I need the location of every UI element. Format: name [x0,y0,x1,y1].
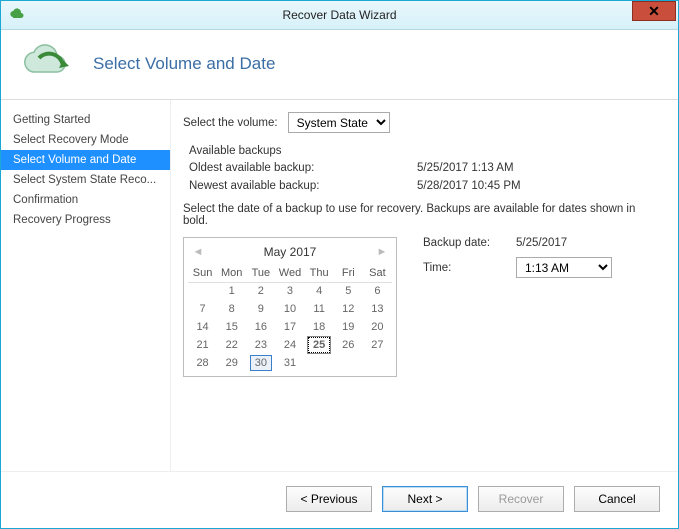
volume-label: Select the volume: [183,117,278,129]
calendar-day[interactable]: 17 [275,318,304,336]
window-title: Recover Data Wizard [1,8,678,22]
titlebar: Recover Data Wizard ✕ [1,1,678,30]
wizard-steps-nav: Getting StartedSelect Recovery ModeSelec… [1,100,171,471]
available-backups-label: Available backups [189,145,660,157]
calendar-day [334,354,363,372]
calendar-day[interactable]: 22 [217,336,246,354]
calendar-day-header: Tue [246,264,275,282]
calendar-day[interactable]: 5 [334,282,363,300]
calendar-day[interactable]: 12 [334,300,363,318]
calendar-day[interactable]: 18 [305,318,334,336]
calendar-day[interactable]: 13 [363,300,392,318]
calendar-day[interactable]: 2 [246,282,275,300]
volume-select[interactable]: System State [288,112,390,133]
calendar-day[interactable]: 15 [217,318,246,336]
backup-calendar[interactable]: ◄ May 2017 ► SunMonTueWedThuFriSat123456… [183,237,397,377]
calendar-day[interactable]: 23 [246,336,275,354]
calendar-day[interactable]: 31 [275,354,304,372]
wizard-step-item[interactable]: Select Recovery Mode [1,130,170,150]
calendar-day[interactable]: 29 [217,354,246,372]
calendar-next-button[interactable]: ► [374,246,390,258]
calendar-day[interactable]: 10 [275,300,304,318]
calendar-day-header: Sat [363,264,392,282]
cancel-button[interactable]: Cancel [574,486,660,512]
body: Getting StartedSelect Recovery ModeSelec… [1,100,678,471]
cloud-arrow-icon [19,44,75,83]
wizard-step-item[interactable]: Recovery Progress [1,210,170,230]
calendar-day[interactable]: 9 [246,300,275,318]
calendar-day[interactable]: 21 [188,336,217,354]
calendar-day[interactable]: 11 [305,300,334,318]
page-title: Select Volume and Date [93,54,275,74]
calendar-day[interactable]: 28 [188,354,217,372]
calendar-day[interactable]: 30 [246,354,275,372]
calendar-prev-button[interactable]: ◄ [190,246,206,258]
calendar-day [188,282,217,300]
backup-date-value: 5/25/2017 [516,237,567,249]
next-button[interactable]: Next > [382,486,468,512]
calendar-day[interactable]: 4 [305,282,334,300]
calendar-day[interactable]: 20 [363,318,392,336]
calendar-day-header: Mon [217,264,246,282]
calendar-day[interactable]: 1 [217,282,246,300]
previous-button[interactable]: < Previous [286,486,372,512]
wizard-step-item[interactable]: Select Volume and Date [1,150,170,170]
page-header: Select Volume and Date [1,30,678,100]
calendar-day[interactable]: 16 [246,318,275,336]
calendar-day[interactable]: 25 [305,336,334,354]
close-icon: ✕ [648,3,660,20]
close-button[interactable]: ✕ [632,1,676,21]
calendar-day[interactable]: 7 [188,300,217,318]
wizard-step-item[interactable]: Select System State Reco... [1,170,170,190]
calendar-day[interactable]: 24 [275,336,304,354]
main-panel: Select the volume: System State Availabl… [171,100,678,471]
oldest-backup-label: Oldest available backup: [189,162,417,174]
calendar-day-header: Wed [275,264,304,282]
calendar-day[interactable]: 14 [188,318,217,336]
calendar-day[interactable]: 19 [334,318,363,336]
calendar-day-header: Fri [334,264,363,282]
calendar-day [305,354,334,372]
calendar-day[interactable]: 8 [217,300,246,318]
calendar-day [363,354,392,372]
newest-backup-label: Newest available backup: [189,180,417,192]
recover-button[interactable]: Recover [478,486,564,512]
calendar-day-header: Thu [305,264,334,282]
wizard-step-item[interactable]: Getting Started [1,110,170,130]
calendar-day-header: Sun [188,264,217,282]
instruction-text: Select the date of a backup to use for r… [183,203,660,227]
time-label: Time: [423,262,508,274]
calendar-day[interactable]: 26 [334,336,363,354]
time-select[interactable]: 1:13 AM [516,257,612,278]
backup-date-label: Backup date: [423,237,508,249]
wizard-step-item[interactable]: Confirmation [1,190,170,210]
oldest-backup-value: 5/25/2017 1:13 AM [417,162,514,174]
wizard-window: Recover Data Wizard ✕ Select Volume and … [0,0,679,529]
calendar-day[interactable]: 3 [275,282,304,300]
calendar-month-label: May 2017 [264,245,317,259]
calendar-day[interactable]: 27 [363,336,392,354]
wizard-footer: < Previous Next > Recover Cancel [1,471,678,528]
newest-backup-value: 5/28/2017 10:45 PM [417,180,521,192]
calendar-day[interactable]: 6 [363,282,392,300]
